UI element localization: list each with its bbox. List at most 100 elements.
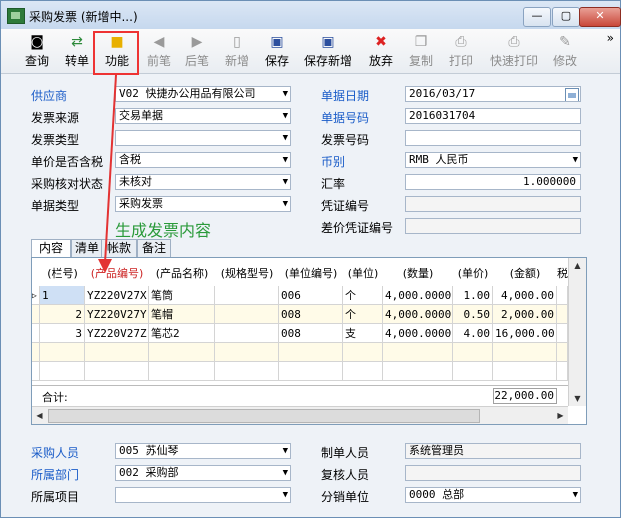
cell-product-name[interactable]: 笔帽 — [149, 305, 215, 324]
cell-empty[interactable] — [215, 343, 279, 362]
cell-tax[interactable] — [557, 324, 568, 343]
cell-empty[interactable] — [149, 343, 215, 362]
supplier-select[interactable]: V02 快捷办公用品有限公司 ▼ — [115, 86, 291, 102]
scroll-thumb[interactable] — [48, 409, 480, 423]
cell-product-name[interactable]: 笔芯2 — [149, 324, 215, 343]
col-spec[interactable]: (规格型号) — [215, 263, 280, 285]
invoice-no-field[interactable] — [405, 130, 581, 146]
cell-empty[interactable] — [383, 343, 453, 362]
doc-date-field[interactable]: 2016/03/17 — [405, 86, 581, 102]
cell-product-code[interactable]: YZ220V27X — [85, 286, 149, 305]
cell-quantity[interactable]: 4,000.0000 — [383, 305, 453, 324]
close-button[interactable]: ✕ — [579, 7, 621, 27]
exchange-rate-field[interactable]: 1.000000 — [405, 174, 581, 190]
cell-tax[interactable] — [557, 305, 568, 324]
cell-amount[interactable]: 2,000.00 — [493, 305, 557, 324]
copy-button[interactable]: ❐ 复制 — [403, 31, 439, 71]
cell-price[interactable]: 4.00 — [453, 324, 493, 343]
col-unit-code[interactable]: (单位编号) — [279, 263, 344, 285]
tab-list[interactable]: 清单 — [71, 239, 103, 258]
scroll-up-icon[interactable]: ▲ — [570, 258, 585, 273]
cell-empty[interactable] — [279, 343, 343, 362]
cell-spec[interactable] — [215, 324, 279, 343]
currency-select[interactable]: RMB 人民币 ▼ — [405, 152, 581, 168]
cell-unit-code[interactable]: 008 — [279, 324, 343, 343]
print-button[interactable]: ⎙ 打印 — [443, 31, 479, 71]
cell-empty[interactable] — [85, 343, 149, 362]
cell-amount[interactable]: 16,000.00 — [493, 324, 557, 343]
cell-amount[interactable]: 4,000.00 — [493, 286, 557, 305]
tab-account[interactable]: 帐款 — [101, 239, 137, 258]
table-row[interactable]: 2 YZ220V27Y 笔帽 008 个 4,000.0000 0.50 2,0… — [32, 305, 568, 324]
table-row-empty[interactable] — [32, 343, 568, 362]
doc-no-field[interactable]: 2016031704 — [405, 108, 581, 124]
invoice-type-select[interactable]: ▼ — [115, 130, 291, 146]
grid-vertical-scrollbar[interactable]: ▲ ▼ — [568, 258, 586, 406]
purchaser-select[interactable]: 005 苏仙琴 ▼ — [115, 443, 291, 459]
cell-product-name[interactable]: 笔筒 — [149, 286, 215, 305]
cell-empty[interactable] — [493, 343, 557, 362]
col-product-name[interactable]: (产品名称) — [149, 263, 216, 285]
cell-empty[interactable] — [40, 362, 85, 381]
cell-quantity[interactable]: 4,000.0000 — [383, 286, 453, 305]
cell-unit[interactable]: 支 — [343, 324, 383, 343]
col-product-code[interactable]: (产品编号) — [85, 263, 150, 285]
table-row[interactable]: ▷ 1 YZ220V27X 笔筒 006 个 4,000.0000 1.00 4… — [32, 286, 568, 305]
cell-empty[interactable] — [215, 362, 279, 381]
cell-empty[interactable] — [149, 362, 215, 381]
cell-line-no[interactable]: 1 — [40, 286, 85, 305]
cell-empty[interactable] — [557, 343, 568, 362]
maximize-button[interactable]: ▢ — [552, 7, 580, 27]
col-price[interactable]: (单价) — [453, 263, 494, 285]
tab-content[interactable]: 内容 — [31, 239, 71, 259]
cell-unit-code[interactable]: 008 — [279, 305, 343, 324]
cell-line-no[interactable]: 3 — [40, 324, 85, 343]
minimize-button[interactable]: — — [523, 7, 551, 27]
cell-spec[interactable] — [215, 286, 279, 305]
col-line-no[interactable]: (栏号) — [40, 263, 86, 285]
scroll-right-icon[interactable]: ▶ — [553, 408, 568, 423]
cell-quantity[interactable]: 4,000.0000 — [383, 324, 453, 343]
branch-select[interactable]: 0000 总部 ▼ — [405, 487, 581, 503]
cell-product-code[interactable]: YZ220V27Y — [85, 305, 149, 324]
cell-empty[interactable] — [383, 362, 453, 381]
grid-horizontal-scrollbar[interactable]: ◀ ▶ — [32, 406, 568, 424]
cell-unit[interactable]: 个 — [343, 305, 383, 324]
save-new-button[interactable]: ▣ 保存新增 — [299, 31, 357, 71]
cell-empty[interactable] — [453, 362, 493, 381]
cell-line-no[interactable]: 2 — [40, 305, 85, 324]
query-button[interactable]: ◙ 查询 — [19, 31, 55, 71]
discard-button[interactable]: ✖ 放弃 — [363, 31, 399, 71]
cell-empty[interactable] — [557, 362, 568, 381]
cell-empty[interactable] — [453, 343, 493, 362]
edit-button[interactable]: ✎ 修改 — [547, 31, 583, 71]
cell-empty[interactable] — [40, 343, 85, 362]
scroll-left-icon[interactable]: ◀ — [32, 408, 47, 423]
cell-empty[interactable] — [85, 362, 149, 381]
save-button[interactable]: ▣ 保存 — [259, 31, 295, 71]
col-unit[interactable]: (单位) — [343, 263, 384, 285]
tab-remarks[interactable]: 备注 — [137, 239, 171, 258]
invoice-source-select[interactable]: 交易单据 ▼ — [115, 108, 291, 124]
department-select[interactable]: 002 采购部 ▼ — [115, 465, 291, 481]
cell-empty[interactable] — [279, 362, 343, 381]
cell-price[interactable]: 1.00 — [453, 286, 493, 305]
cell-product-code[interactable]: YZ220V27Z — [85, 324, 149, 343]
cell-tax[interactable] — [557, 286, 568, 305]
calendar-icon[interactable] — [565, 88, 579, 101]
toolbar-overflow-button[interactable]: » — [607, 31, 614, 45]
next-record-button[interactable]: ▶ 后笔 — [179, 31, 215, 71]
scroll-down-icon[interactable]: ▼ — [570, 391, 585, 406]
tax-included-select[interactable]: 含税 ▼ — [115, 152, 291, 168]
cell-empty[interactable] — [343, 362, 383, 381]
doc-type-select[interactable]: 采购发票 ▼ — [115, 196, 291, 212]
cell-unit[interactable]: 个 — [343, 286, 383, 305]
transfer-button[interactable]: ⇄ 转单 — [59, 31, 95, 71]
cell-empty[interactable] — [343, 343, 383, 362]
cell-price[interactable]: 0.50 — [453, 305, 493, 324]
cell-spec[interactable] — [215, 305, 279, 324]
project-select[interactable]: ▼ — [115, 487, 291, 503]
table-row-empty[interactable] — [32, 362, 568, 381]
quick-print-button[interactable]: ⎙ 快速打印 — [485, 31, 543, 71]
cell-empty[interactable] — [493, 362, 557, 381]
